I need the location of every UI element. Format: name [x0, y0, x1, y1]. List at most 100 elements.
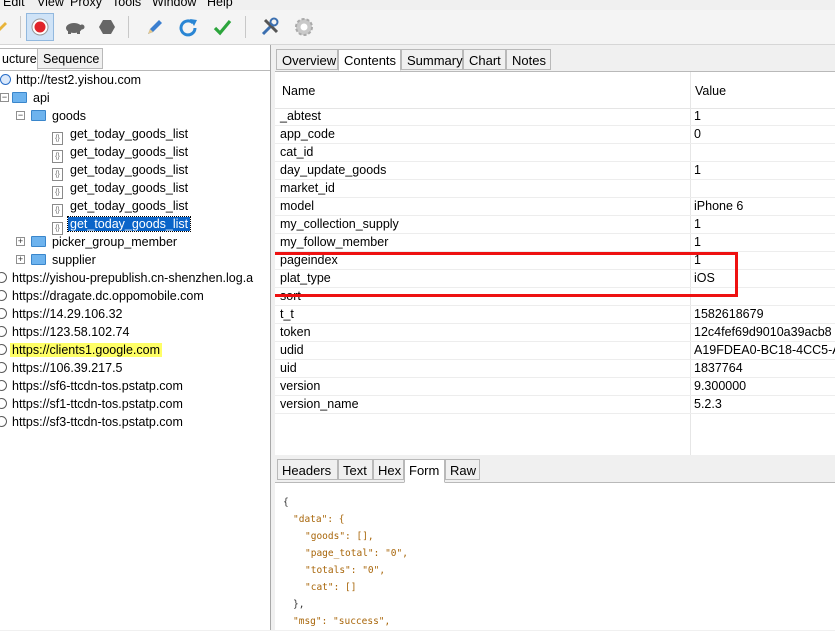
table-row[interactable]: version 9.300000: [275, 378, 835, 396]
tree-node-request-selected[interactable]: {} get_today_goods_list: [52, 215, 192, 235]
param-value: iPhone 6: [694, 199, 744, 213]
param-value: 0: [694, 127, 701, 141]
table-row[interactable]: uid 1837764: [275, 360, 835, 378]
refresh-icon[interactable]: [174, 13, 202, 41]
tree-node-host[interactable]: https://sf6-ttcdn-tos.pstatp.com: [0, 377, 185, 395]
table-row[interactable]: model iPhone 6: [275, 198, 835, 216]
table-row[interactable]: my_follow_member 1: [275, 234, 835, 252]
pen-icon[interactable]: [140, 13, 168, 41]
lock-globe-icon: [0, 344, 7, 355]
lock-globe-icon: [0, 362, 7, 373]
toolbar: [0, 10, 835, 45]
folder-icon: [12, 92, 27, 103]
param-name: _abtest: [280, 109, 322, 123]
param-name: token: [280, 325, 311, 339]
table-row[interactable]: my_collection_supply 1: [275, 216, 835, 234]
table-row[interactable]: market_id: [275, 180, 835, 198]
json-line: "cat": []: [305, 582, 357, 593]
tree-node-picker-group-member[interactable]: picker_group_member: [31, 233, 179, 251]
menu-edit[interactable]: Edit: [3, 0, 25, 9]
param-value: 1: [694, 217, 701, 231]
param-name: version_name: [280, 397, 359, 411]
param-name: day_update_goods: [280, 163, 387, 177]
param-value: 1: [694, 109, 701, 123]
table-row[interactable]: token 12c4fef69d9010a39acb8: [275, 324, 835, 342]
record-icon[interactable]: [26, 13, 54, 41]
tree-node-host[interactable]: https://106.39.217.5: [0, 359, 125, 377]
turtle-icon[interactable]: [60, 13, 88, 41]
table-row[interactable]: cat_id: [275, 144, 835, 162]
tab-headers[interactable]: Headers: [277, 459, 338, 480]
json-line: "data": {: [293, 514, 345, 525]
column-header-value[interactable]: Value: [695, 84, 726, 98]
tree-node-host[interactable]: https://yishou-prepublish.cn-shenzhen.lo…: [0, 269, 255, 287]
tree-node-host[interactable]: https://sf1-ttcdn-tos.pstatp.com: [0, 395, 185, 413]
menu-view[interactable]: View: [37, 0, 64, 9]
param-name: cat_id: [280, 145, 314, 159]
tab-raw[interactable]: Raw: [445, 459, 480, 480]
lock-globe-icon: [0, 398, 7, 409]
tree-node-request[interactable]: {} get_today_goods_list: [52, 197, 190, 217]
tree-node-host[interactable]: https://123.58.102.74: [0, 323, 131, 341]
tab-text[interactable]: Text: [338, 459, 373, 480]
tab-form[interactable]: Form: [404, 459, 445, 483]
tree-node-host-highlighted[interactable]: https://clients1.google.com: [0, 341, 162, 359]
json-line: "totals": "0",: [305, 565, 386, 576]
settings-icon[interactable]: [290, 13, 318, 41]
expand-toggle[interactable]: +: [16, 255, 25, 264]
expand-toggle[interactable]: +: [16, 237, 25, 246]
json-line: {: [283, 497, 289, 508]
lock-globe-icon: [0, 380, 7, 391]
tree-node-request[interactable]: {} get_today_goods_list: [52, 125, 190, 145]
stop-hexagon-icon[interactable]: [93, 13, 121, 41]
tab-notes[interactable]: Notes: [506, 49, 551, 70]
tab-structure[interactable]: ucture: [0, 48, 38, 70]
tab-overview[interactable]: Overview: [276, 49, 338, 70]
tree-node-request[interactable]: {} get_today_goods_list: [52, 143, 190, 163]
toolbar-separator: [128, 16, 129, 38]
param-name: udid: [280, 343, 304, 357]
param-name: app_code: [280, 127, 335, 141]
table-row[interactable]: app_code 0: [275, 126, 835, 144]
tree-node-api[interactable]: api: [12, 89, 52, 107]
table-row[interactable]: day_update_goods 1: [275, 162, 835, 180]
red-highlight-box: [275, 252, 738, 297]
table-row[interactable]: udid A19FDEA0-BC18-4CC5-A: [275, 342, 835, 360]
toolbar-separator: [245, 16, 246, 38]
tree-node-host[interactable]: https://sf3-ttcdn-tos.pstatp.com: [0, 413, 185, 431]
menu-tools[interactable]: Tools: [112, 0, 141, 9]
tree-node-root-host[interactable]: http://test2.yishou.com: [0, 71, 143, 89]
tab-summary[interactable]: Summary: [401, 49, 463, 70]
tree-node-host[interactable]: https://dragate.dc.oppomobile.com: [0, 287, 206, 305]
column-header-name[interactable]: Name: [282, 84, 315, 98]
pencil-icon[interactable]: [0, 13, 14, 41]
lock-globe-icon: [0, 290, 7, 301]
json-line: },: [293, 599, 305, 610]
json-line: "page_total": "0",: [305, 548, 408, 559]
tree-node-goods[interactable]: goods: [31, 107, 88, 125]
table-row[interactable]: t_t 1582618679: [275, 306, 835, 324]
tab-contents[interactable]: Contents: [338, 49, 401, 71]
tree-node-request[interactable]: {} get_today_goods_list: [52, 179, 190, 199]
param-name: uid: [280, 361, 297, 375]
tree-node-supplier[interactable]: supplier: [31, 251, 98, 269]
check-icon[interactable]: [208, 13, 236, 41]
response-tabs: Headers Text Hex Form Raw: [275, 458, 835, 483]
collapse-toggle[interactable]: −: [16, 111, 25, 120]
tab-sequence[interactable]: Sequence: [37, 48, 103, 69]
param-name: my_follow_member: [280, 235, 389, 249]
table-row[interactable]: version_name 5.2.3: [275, 396, 835, 414]
tab-hex[interactable]: Hex: [373, 459, 404, 480]
tools-icon[interactable]: [256, 13, 284, 41]
lock-globe-icon: [0, 272, 7, 283]
menu-help[interactable]: Help: [207, 0, 233, 9]
tree-node-host[interactable]: https://14.29.106.32: [0, 305, 125, 323]
menu-window[interactable]: Window: [152, 0, 196, 9]
tab-chart[interactable]: Chart: [463, 49, 506, 70]
tree-node-request[interactable]: {} get_today_goods_list: [52, 161, 190, 181]
menu-proxy[interactable]: Proxy: [70, 0, 102, 9]
menu-bar: Edit View Proxy Tools Window Help: [0, 0, 835, 10]
param-value: A19FDEA0-BC18-4CC5-A: [694, 343, 835, 357]
collapse-toggle[interactable]: −: [0, 93, 9, 102]
table-row[interactable]: _abtest 1: [275, 108, 835, 126]
